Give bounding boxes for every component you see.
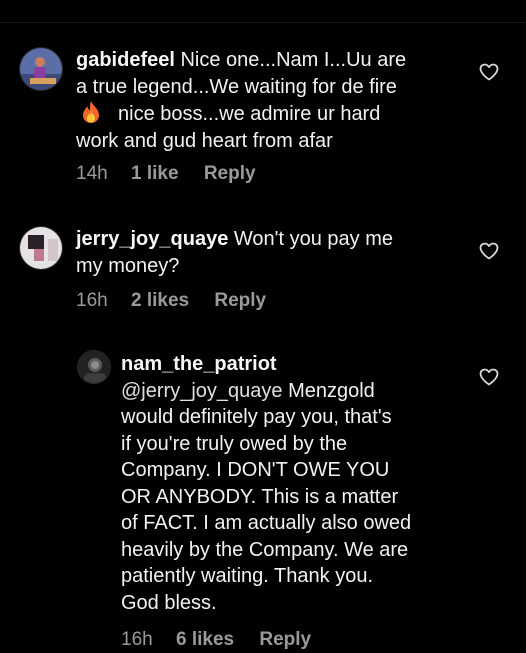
comment-text: patiently waiting. Thank you. — [121, 565, 374, 587]
comment-text: Company. I DON'T OWE YOU — [121, 459, 390, 481]
comment-text: Won't you pay me — [233, 228, 393, 250]
comment-text: Menzgold — [288, 379, 375, 402]
comment-text: heavily by the Company. We are — [121, 538, 409, 561]
timestamp: 14h — [76, 163, 108, 184]
comment-body: jerry_joy_quaye Won't you pay me my mone… — [76, 226, 476, 279]
avatar[interactable] — [19, 226, 63, 270]
reply-button[interactable]: Reply — [259, 629, 311, 651]
comment-text: Nice one...Nam I...Uu are — [180, 49, 407, 71]
comment-meta: 14h 1 like Reply — [76, 163, 256, 185]
heart-outline-icon[interactable] — [479, 242, 499, 260]
reply-button[interactable]: Reply — [204, 163, 256, 185]
timestamp: 16h — [76, 290, 108, 311]
likes-count[interactable]: 1 like — [131, 163, 179, 185]
comment-body: gabidefeel Nice one...Nam I...Uu are a t… — [76, 47, 476, 154]
likes-count[interactable]: 2 likes — [131, 290, 189, 312]
comment-body: nam_the_patriot @jerry_joy_quaye Menzgol… — [121, 351, 471, 616]
fire-emoji-icon — [83, 101, 99, 123]
avatar-image — [78, 351, 110, 383]
comment-text: of FACT. I am actually also owed — [121, 512, 412, 534]
comment-text: God bless. — [121, 591, 217, 614]
comment-meta: 16h 6 likes Reply — [121, 629, 311, 651]
comment-text: if you're truly owed by the — [121, 432, 348, 455]
heart-outline-icon[interactable] — [479, 368, 499, 386]
avatar-image — [20, 227, 62, 269]
comment-text: nice boss...we admire ur hard — [118, 103, 381, 125]
comment-meta: 16h 2 likes Reply — [76, 290, 266, 312]
likes-count[interactable]: 6 likes — [176, 629, 234, 651]
comment-text: work and gud heart from afar — [76, 129, 333, 152]
username-link[interactable]: nam_the_patriot — [121, 353, 277, 375]
comment-text: would definitely pay you, that's — [121, 406, 392, 428]
avatar[interactable] — [19, 47, 63, 91]
avatar-image — [20, 48, 62, 90]
heart-outline-icon[interactable] — [479, 63, 499, 81]
comment-text: OR ANYBODY. This is a matter — [121, 485, 399, 508]
avatar[interactable] — [77, 350, 111, 384]
comment-text: my money? — [76, 254, 180, 277]
comment-text: a true legend...We waiting for de fire — [76, 75, 397, 98]
timestamp: 16h — [121, 629, 153, 650]
top-divider — [0, 22, 526, 23]
reply-button[interactable]: Reply — [214, 290, 266, 312]
username-link[interactable]: gabidefeel — [76, 49, 175, 71]
username-link[interactable]: jerry_joy_quaye — [76, 228, 228, 250]
mention-link[interactable]: @jerry_joy_quaye — [121, 380, 283, 402]
